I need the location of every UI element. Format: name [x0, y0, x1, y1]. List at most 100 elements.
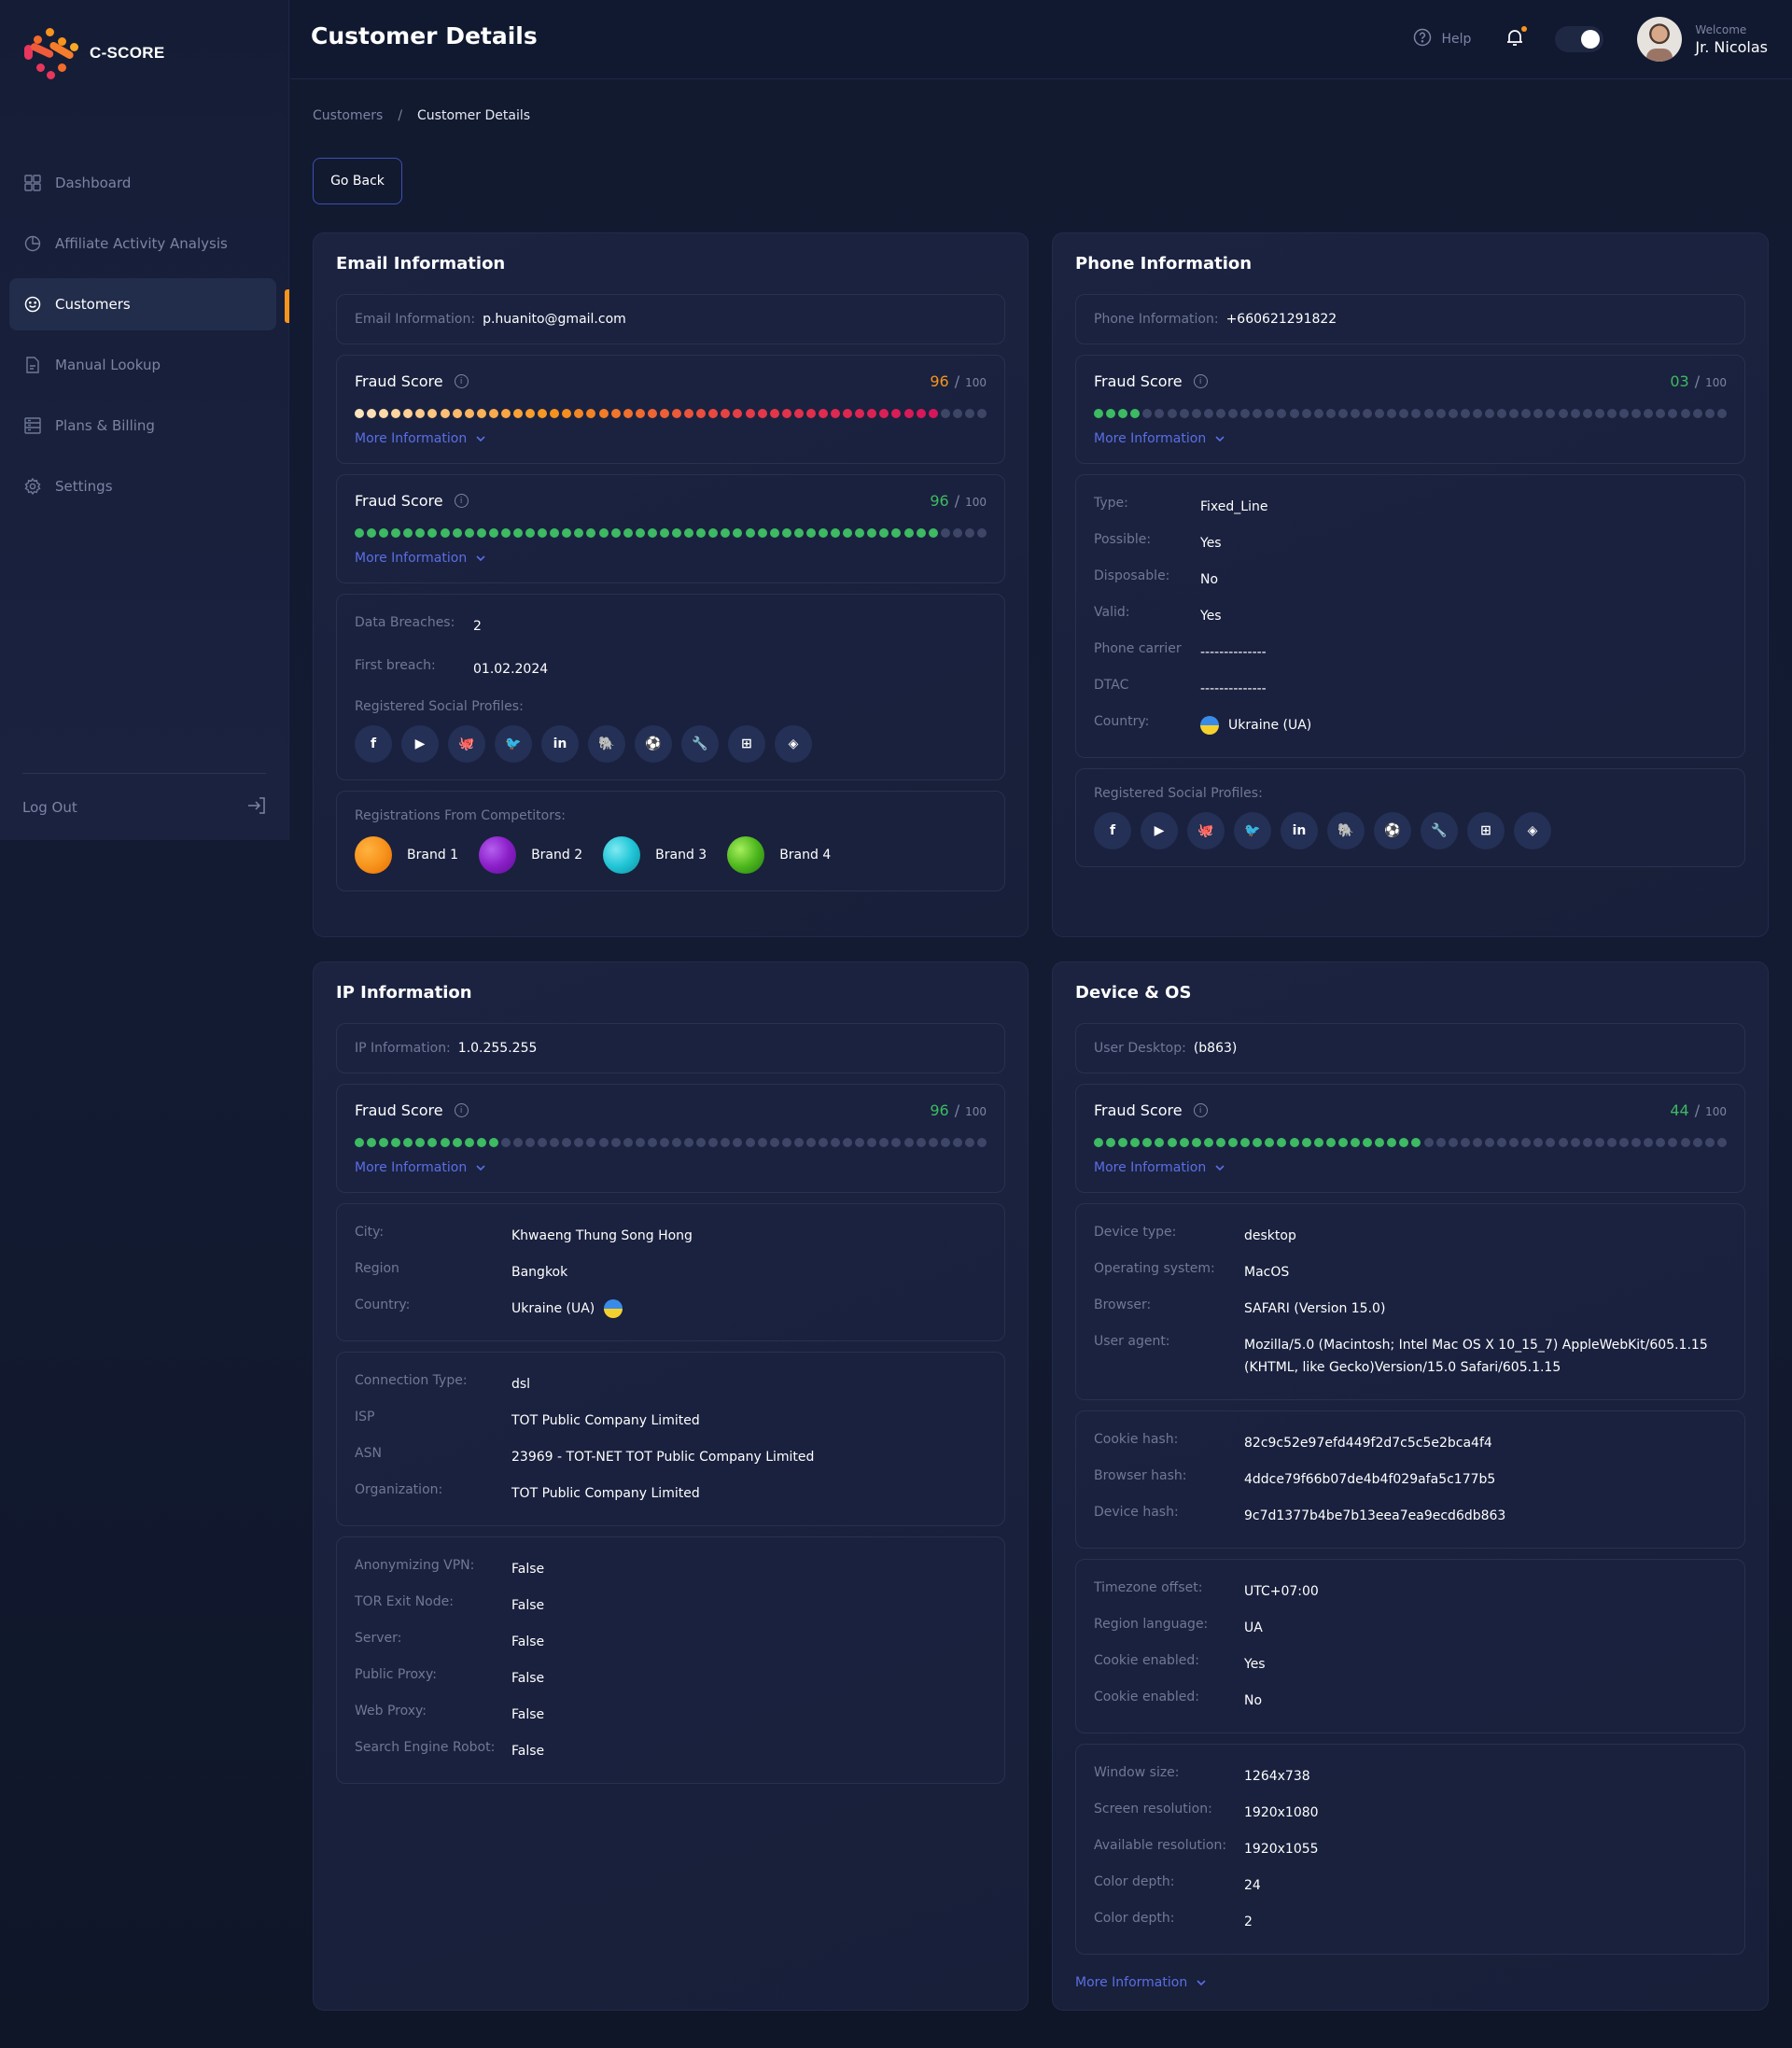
- competitor-brand-2[interactable]: Brand 2: [479, 836, 582, 874]
- meter-dot-empty: [562, 1138, 572, 1147]
- field-value: 24: [1244, 1878, 1261, 1893]
- meter-dot-filled: [525, 528, 536, 538]
- help-button[interactable]: Help: [1413, 28, 1471, 50]
- meter-dot-empty: [903, 1138, 914, 1147]
- field-value: TOT Public Company Limited: [511, 1486, 700, 1501]
- sidebar-item-manual-lookup[interactable]: Manual Lookup: [9, 339, 276, 391]
- windows-icon[interactable]: ⊞: [1467, 812, 1505, 849]
- meter-dot-filled: [843, 528, 853, 538]
- meter-dot-empty: [610, 1138, 621, 1147]
- meter-dot-filled: [879, 409, 889, 418]
- meter-dot-filled: [610, 528, 621, 538]
- fraud-score-label: Fraud Score: [355, 492, 443, 510]
- logout-button[interactable]: Log Out: [22, 797, 266, 818]
- more-info-label: More Information: [355, 1160, 468, 1175]
- meter-dot-filled: [684, 409, 694, 418]
- more-information-link[interactable]: More Information: [1094, 431, 1727, 446]
- info-icon[interactable]: i: [454, 1103, 469, 1117]
- avatar[interactable]: [1637, 17, 1683, 62]
- meter-dot-empty: [1704, 409, 1715, 418]
- meter-dot-empty: [1692, 409, 1702, 418]
- more-information-link[interactable]: More Information: [1094, 1160, 1727, 1175]
- codepen-icon[interactable]: ◈: [775, 725, 812, 763]
- field-label: Server:: [355, 1631, 402, 1646]
- meter-dot-empty: [1472, 1138, 1482, 1147]
- info-icon[interactable]: i: [454, 374, 469, 388]
- facebook-icon[interactable]: f: [355, 725, 392, 763]
- competitor-brand-4[interactable]: Brand 4: [727, 836, 831, 874]
- info-icon[interactable]: i: [454, 494, 469, 508]
- field-label: ISP: [355, 1410, 375, 1424]
- field-value: --------------: [1200, 681, 1267, 696]
- meter-dot-empty: [1215, 409, 1225, 418]
- field-label: Device hash:: [1094, 1505, 1179, 1520]
- more-information-link[interactable]: More Information: [1075, 1975, 1745, 1990]
- meter-dot-filled: [550, 528, 560, 538]
- meter-dot-filled: [1155, 1138, 1165, 1147]
- meter-dot-filled: [928, 528, 938, 538]
- meter-dot-empty: [1325, 409, 1336, 418]
- page-title: Customer Details: [311, 22, 538, 49]
- dribbble-icon[interactable]: ⚽: [1374, 812, 1411, 849]
- meter-dot-filled: [635, 528, 645, 538]
- dribbble-icon[interactable]: ⚽: [635, 725, 672, 763]
- sidebar-item-affiliate-activity-analysis[interactable]: Affiliate Activity Analysis: [9, 217, 276, 270]
- toggle-knob: [1581, 30, 1601, 49]
- competitor-brand-3[interactable]: Brand 3: [603, 836, 707, 874]
- linkedin-icon[interactable]: in: [541, 725, 579, 763]
- notifications-button[interactable]: [1506, 26, 1528, 50]
- meter-dot-filled: [818, 528, 828, 538]
- info-icon[interactable]: i: [1193, 374, 1208, 388]
- sidebar-item-plans-billing[interactable]: Plans & Billing: [9, 400, 276, 452]
- meter-dot-filled: [574, 409, 584, 418]
- evernote-icon[interactable]: 🐘: [1327, 812, 1365, 849]
- github-icon[interactable]: 🐙: [1187, 812, 1225, 849]
- competitor-brand-1[interactable]: Brand 1: [355, 836, 458, 874]
- twitter-icon[interactable]: 🐦: [495, 725, 532, 763]
- evernote-icon[interactable]: 🐘: [588, 725, 625, 763]
- breadcrumb-customers[interactable]: Customers: [313, 108, 383, 123]
- steam-icon[interactable]: 🔧: [1421, 812, 1458, 849]
- pie-chart-icon: [23, 234, 42, 253]
- meter-dot-filled: [1277, 1138, 1287, 1147]
- field-value: MacOS: [1244, 1265, 1290, 1280]
- logo[interactable]: C-SCORE: [22, 26, 165, 80]
- more-information-link[interactable]: More Information: [355, 1160, 987, 1175]
- meter-dot-filled: [708, 409, 719, 418]
- facebook-icon[interactable]: f: [1094, 812, 1131, 849]
- github-icon[interactable]: 🐙: [448, 725, 485, 763]
- codepen-icon[interactable]: ◈: [1514, 812, 1551, 849]
- meter-dot-empty: [1668, 1138, 1678, 1147]
- active-nav-indicator: [285, 289, 289, 323]
- steam-icon[interactable]: 🔧: [681, 725, 719, 763]
- youtube-icon[interactable]: ▶: [1141, 812, 1178, 849]
- more-info-label: More Information: [355, 551, 468, 566]
- info-icon[interactable]: i: [1193, 1103, 1208, 1117]
- meter-dot-empty: [1485, 409, 1494, 418]
- more-info-label: More Information: [1094, 1160, 1207, 1175]
- windows-icon[interactable]: ⊞: [728, 725, 765, 763]
- field-label: User agent:: [1094, 1334, 1170, 1349]
- meter-dot-filled: [452, 409, 462, 418]
- bell-icon: [1506, 30, 1523, 50]
- email-info-label: Email Information:: [355, 312, 476, 327]
- fraud-score-value: 96 / 100: [930, 492, 987, 510]
- sidebar-item-settings[interactable]: Settings: [9, 460, 276, 512]
- ip-value: 1.0.255.255: [457, 1041, 538, 1056]
- youtube-icon[interactable]: ▶: [401, 725, 439, 763]
- more-information-link[interactable]: More Information: [355, 551, 987, 566]
- theme-toggle[interactable]: [1555, 26, 1604, 52]
- linkedin-icon[interactable]: in: [1281, 812, 1318, 849]
- go-back-button[interactable]: Go Back: [313, 158, 402, 204]
- meter-dot-empty: [721, 1138, 731, 1147]
- sidebar-item-dashboard[interactable]: Dashboard: [9, 157, 276, 209]
- meter-dot-empty: [793, 1138, 804, 1147]
- more-info-label: More Information: [1094, 431, 1207, 446]
- more-information-link[interactable]: More Information: [355, 431, 987, 446]
- twitter-icon[interactable]: 🐦: [1234, 812, 1271, 849]
- meter-dot-filled: [1142, 1138, 1153, 1147]
- field-label: Country:: [355, 1298, 411, 1312]
- sidebar-item-customers[interactable]: Customers: [9, 278, 276, 330]
- meter-dot-empty: [976, 409, 987, 418]
- meter-dot-filled: [500, 409, 511, 418]
